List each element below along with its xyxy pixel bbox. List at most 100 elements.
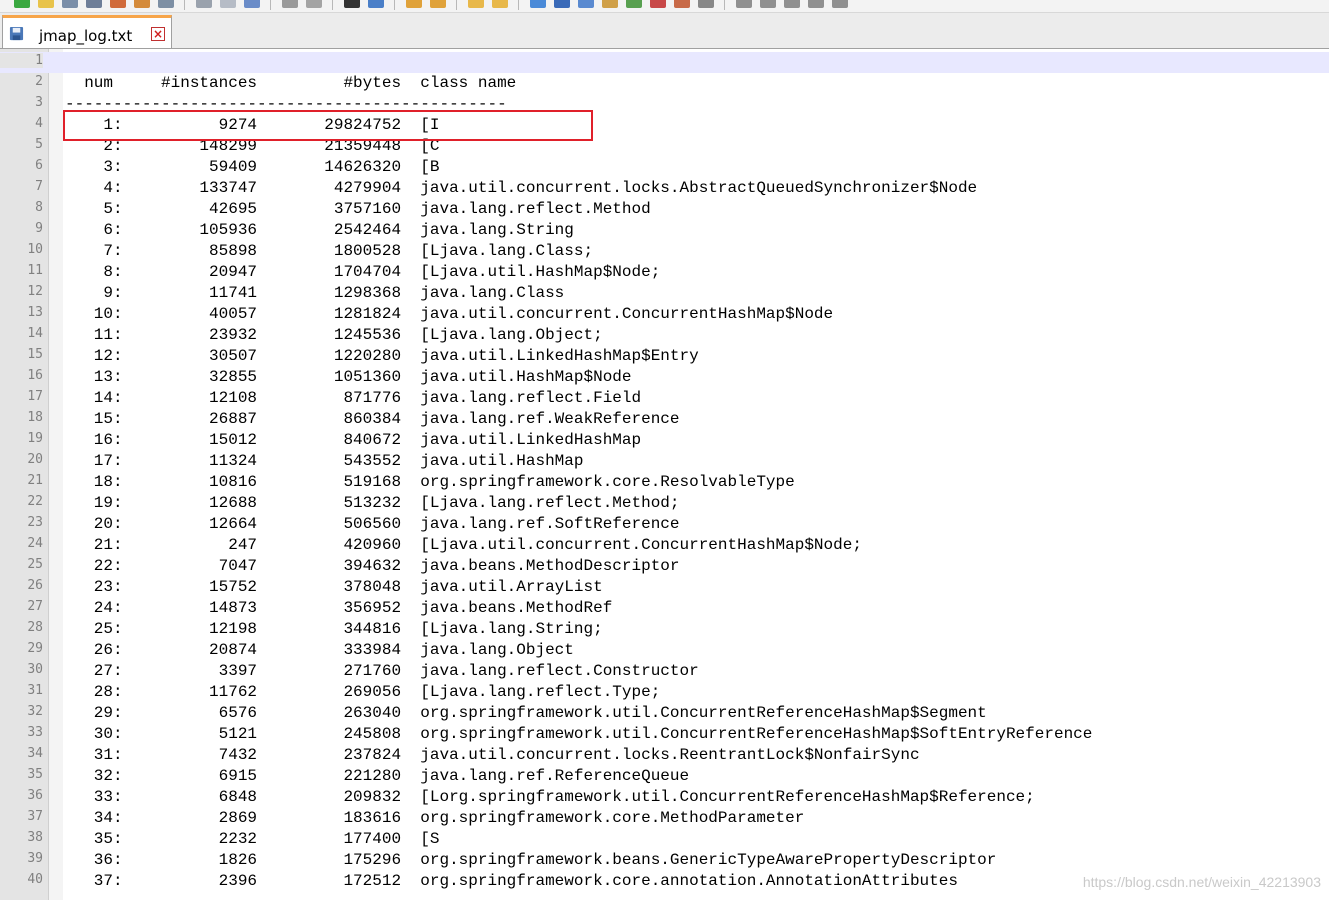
line-text[interactable]: 2: 148299 21359448 [C (65, 136, 439, 157)
show-all-chars-icon[interactable] (554, 0, 570, 8)
editor-line[interactable]: 29 26: 20874 333984 java.lang.Object (0, 640, 1329, 661)
line-text[interactable]: 37: 2396 172512 org.springframework.core… (65, 871, 958, 892)
line-text[interactable]: 4: 133747 4279904 java.util.concurrent.l… (65, 178, 977, 199)
editor-line[interactable]: 31 28: 11762 269056 [Ljava.lang.reflect.… (0, 682, 1329, 703)
line-text[interactable]: 21: 247 420960 [Ljava.util.concurrent.Co… (65, 535, 862, 556)
editor-line[interactable]: 36 33: 6848 209832 [Lorg.springframework… (0, 787, 1329, 808)
editor-line[interactable]: 39 36: 1826 175296 org.springframework.b… (0, 850, 1329, 871)
line-text[interactable]: 12: 30507 1220280 java.util.LinkedHashMa… (65, 346, 699, 367)
line-text[interactable]: 26: 20874 333984 java.lang.Object (65, 640, 574, 661)
run-macro-icon[interactable] (808, 0, 824, 8)
doc-map-icon[interactable] (626, 0, 642, 8)
editor-line[interactable]: 25 22: 7047 394632 java.beans.MethodDesc… (0, 556, 1329, 577)
monitoring-icon[interactable] (698, 0, 714, 8)
zoom-in-icon[interactable] (406, 0, 422, 8)
editor-line[interactable]: 20 17: 11324 543552 java.util.HashMap (0, 451, 1329, 472)
line-text[interactable]: 35: 2232 177400 [S (65, 829, 440, 850)
line-text[interactable]: 9: 11741 1298368 java.lang.Class (65, 283, 564, 304)
save-icon[interactable] (62, 0, 78, 8)
sync-horizontal-icon[interactable] (492, 0, 508, 8)
new-file-icon[interactable] (14, 0, 30, 8)
line-text[interactable]: 23: 15752 378048 java.util.ArrayList (65, 577, 603, 598)
save-all-icon[interactable] (86, 0, 102, 8)
editor-line[interactable]: 33 30: 5121 245808 org.springframework.u… (0, 724, 1329, 745)
line-text[interactable]: ----------------------------------------… (65, 94, 507, 115)
sync-vertical-icon[interactable] (468, 0, 484, 8)
record-macro-icon[interactable] (736, 0, 752, 8)
play-macro-icon[interactable] (784, 0, 800, 8)
editor-line[interactable]: 1 (0, 52, 1329, 73)
editor-line[interactable]: 9 6: 105936 2542464 java.lang.String (0, 220, 1329, 241)
line-text[interactable]: 27: 3397 271760 java.lang.reflect.Constr… (65, 661, 699, 682)
line-text[interactable]: 36: 1826 175296 org.springframework.bean… (65, 850, 997, 871)
line-text[interactable]: 5: 42695 3757160 java.lang.reflect.Metho… (65, 199, 650, 220)
editor-line[interactable]: 8 5: 42695 3757160 java.lang.reflect.Met… (0, 199, 1329, 220)
line-text[interactable]: 7: 85898 1800528 [Ljava.lang.Class; (65, 241, 593, 262)
editor-line[interactable]: 3 ---------------------------------------… (0, 94, 1329, 115)
line-text[interactable]: 24: 14873 356952 java.beans.MethodRef (65, 598, 613, 619)
replace-icon[interactable] (368, 0, 384, 8)
function-list-icon[interactable] (650, 0, 666, 8)
line-text[interactable]: 3: 59409 14626320 [B (65, 157, 439, 178)
line-text[interactable]: 31: 7432 237824 java.util.concurrent.loc… (65, 745, 920, 766)
line-text[interactable]: 20: 12664 506560 java.lang.ref.SoftRefer… (65, 514, 680, 535)
line-text[interactable]: 28: 11762 269056 [Ljava.lang.reflect.Typ… (65, 682, 661, 703)
editor-line[interactable]: 14 11: 23932 1245536 [Ljava.lang.Object; (0, 325, 1329, 346)
editor-line[interactable]: 12 9: 11741 1298368 java.lang.Class (0, 283, 1329, 304)
line-text[interactable]: 33: 6848 209832 [Lorg.springframework.ut… (65, 787, 1035, 808)
close-tab-icon[interactable]: × (151, 27, 165, 41)
word-wrap-icon[interactable] (530, 0, 546, 8)
line-text[interactable]: 25: 12198 344816 [Ljava.lang.String; (65, 619, 603, 640)
close-all-icon[interactable] (134, 0, 150, 8)
editor-line[interactable]: 24 21: 247 420960 [Ljava.util.concurrent… (0, 535, 1329, 556)
line-text[interactable]: 22: 7047 394632 java.beans.MethodDescrip… (65, 556, 680, 577)
editor-line[interactable]: 15 12: 30507 1220280 java.util.LinkedHas… (0, 346, 1329, 367)
line-text[interactable]: 14: 12108 871776 java.lang.reflect.Field (65, 388, 641, 409)
editor-line[interactable]: 18 15: 26887 860384 java.lang.ref.WeakRe… (0, 409, 1329, 430)
editor-line[interactable]: 26 23: 15752 378048 java.util.ArrayList (0, 577, 1329, 598)
editor-line[interactable]: 11 8: 20947 1704704 [Ljava.util.HashMap$… (0, 262, 1329, 283)
line-text[interactable]: 8: 20947 1704704 [Ljava.util.HashMap$Nod… (65, 262, 660, 283)
language-icon[interactable] (602, 0, 618, 8)
save-macro-icon[interactable] (832, 0, 848, 8)
editor-line[interactable]: 30 27: 3397 271760 java.lang.reflect.Con… (0, 661, 1329, 682)
line-text[interactable]: 6: 105936 2542464 java.lang.String (65, 220, 573, 241)
line-text[interactable]: 10: 40057 1281824 java.util.concurrent.C… (65, 304, 833, 325)
undo-icon[interactable] (282, 0, 298, 8)
editor-line[interactable]: 4 1: 9274 29824752 [I (0, 115, 1329, 136)
editor-line[interactable]: 23 20: 12664 506560 java.lang.ref.SoftRe… (0, 514, 1329, 535)
editor-line[interactable]: 10 7: 85898 1800528 [Ljava.lang.Class; (0, 241, 1329, 262)
copy-icon[interactable] (220, 0, 236, 8)
line-text[interactable]: 19: 12688 513232 [Ljava.lang.reflect.Met… (65, 493, 680, 514)
folder-workspace-icon[interactable] (674, 0, 690, 8)
editor-line[interactable]: 7 4: 133747 4279904 java.util.concurrent… (0, 178, 1329, 199)
line-text[interactable]: 29: 6576 263040 org.springframework.util… (65, 703, 987, 724)
editor-line[interactable]: 35 32: 6915 221280 java.lang.ref.Referen… (0, 766, 1329, 787)
line-text[interactable]: 32: 6915 221280 java.lang.ref.ReferenceQ… (65, 766, 689, 787)
editor-line[interactable]: 27 24: 14873 356952 java.beans.MethodRef (0, 598, 1329, 619)
editor-line[interactable]: 5 2: 148299 21359448 [C (0, 136, 1329, 157)
line-text[interactable]: 15: 26887 860384 java.lang.ref.WeakRefer… (65, 409, 680, 430)
editor-line[interactable]: 34 31: 7432 237824 java.util.concurrent.… (0, 745, 1329, 766)
close-file-icon[interactable] (110, 0, 126, 8)
line-text[interactable]: 18: 10816 519168 org.springframework.cor… (65, 472, 795, 493)
editor-line[interactable]: 28 25: 12198 344816 [Ljava.lang.String; (0, 619, 1329, 640)
editor-line[interactable]: 38 35: 2232 177400 [S (0, 829, 1329, 850)
tab-jmap-log[interactable]: jmap_log.txt × (2, 15, 172, 48)
text-editor[interactable]: 12 num #instances #bytes class name 3 ----… (0, 49, 1329, 900)
line-text[interactable]: num #instances #bytes class name (65, 73, 516, 94)
paste-icon[interactable] (244, 0, 260, 8)
redo-icon[interactable] (306, 0, 322, 8)
editor-line[interactable]: 22 19: 12688 513232 [Ljava.lang.reflect.… (0, 493, 1329, 514)
find-icon[interactable] (344, 0, 360, 8)
editor-line[interactable]: 32 29: 6576 263040 org.springframework.u… (0, 703, 1329, 724)
line-text[interactable]: 30: 5121 245808 org.springframework.util… (65, 724, 1093, 745)
editor-line[interactable]: 19 16: 15012 840672 java.util.LinkedHash… (0, 430, 1329, 451)
editor-line[interactable]: 16 13: 32855 1051360 java.util.HashMap$N… (0, 367, 1329, 388)
editor-line[interactable]: 2 num #instances #bytes class name (0, 73, 1329, 94)
zoom-out-icon[interactable] (430, 0, 446, 8)
editor-line[interactable]: 37 34: 2869 183616 org.springframework.c… (0, 808, 1329, 829)
open-folder-icon[interactable] (38, 0, 54, 8)
line-text[interactable]: 17: 11324 543552 java.util.HashMap (65, 451, 584, 472)
line-text[interactable]: 1: 9274 29824752 [I (65, 115, 439, 136)
